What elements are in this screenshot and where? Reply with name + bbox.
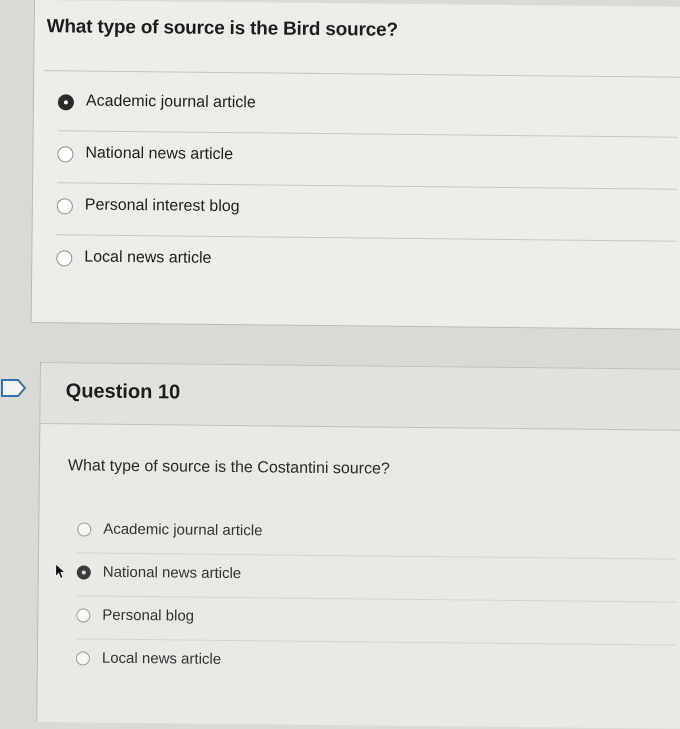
radio-button[interactable] [77,522,92,537]
answer-option[interactable]: Local news article [75,639,676,687]
answer-option[interactable]: National news article [57,132,678,190]
radio-button[interactable] [56,250,73,267]
radio-button-selected[interactable] [76,565,91,580]
answer-option[interactable]: Academic journal article [57,80,679,138]
answer-option[interactable]: Local news article [56,236,676,292]
question-panel-bird: What type of source is the Bird source? … [30,0,680,330]
divider [44,70,680,78]
answer-label: Personal blog [102,606,195,625]
answer-option[interactable]: National news article [55,553,677,603]
radio-button[interactable] [75,651,90,666]
flag-icon[interactable] [0,374,28,402]
radio-button[interactable] [76,608,91,623]
answer-option[interactable]: Personal interest blog [56,184,678,242]
answer-label: Academic journal article [103,520,263,540]
question-title: Question 10 [65,380,181,404]
radio-button-selected[interactable] [57,94,75,111]
answer-label: Local news article [84,248,212,267]
question-prompt: What type of source is the Bird source? [46,16,398,41]
answer-option[interactable]: Academic journal article [76,510,678,560]
question-prompt: What type of source is the Costantini so… [67,457,390,478]
answer-label: National news article [85,144,234,164]
question-header: Question 10 [40,362,680,431]
answer-label: Local news article [101,649,222,668]
radio-button[interactable] [57,146,74,163]
question-panel-10: Question 10 What type of source is the C… [36,362,680,729]
radio-button[interactable] [56,198,73,215]
mouse-pointer-icon [55,563,66,579]
answer-label: Academic journal article [85,92,256,112]
answer-label: National news article [102,563,242,583]
answer-option[interactable]: Personal blog [76,596,677,646]
answer-label: Personal interest blog [84,196,240,216]
